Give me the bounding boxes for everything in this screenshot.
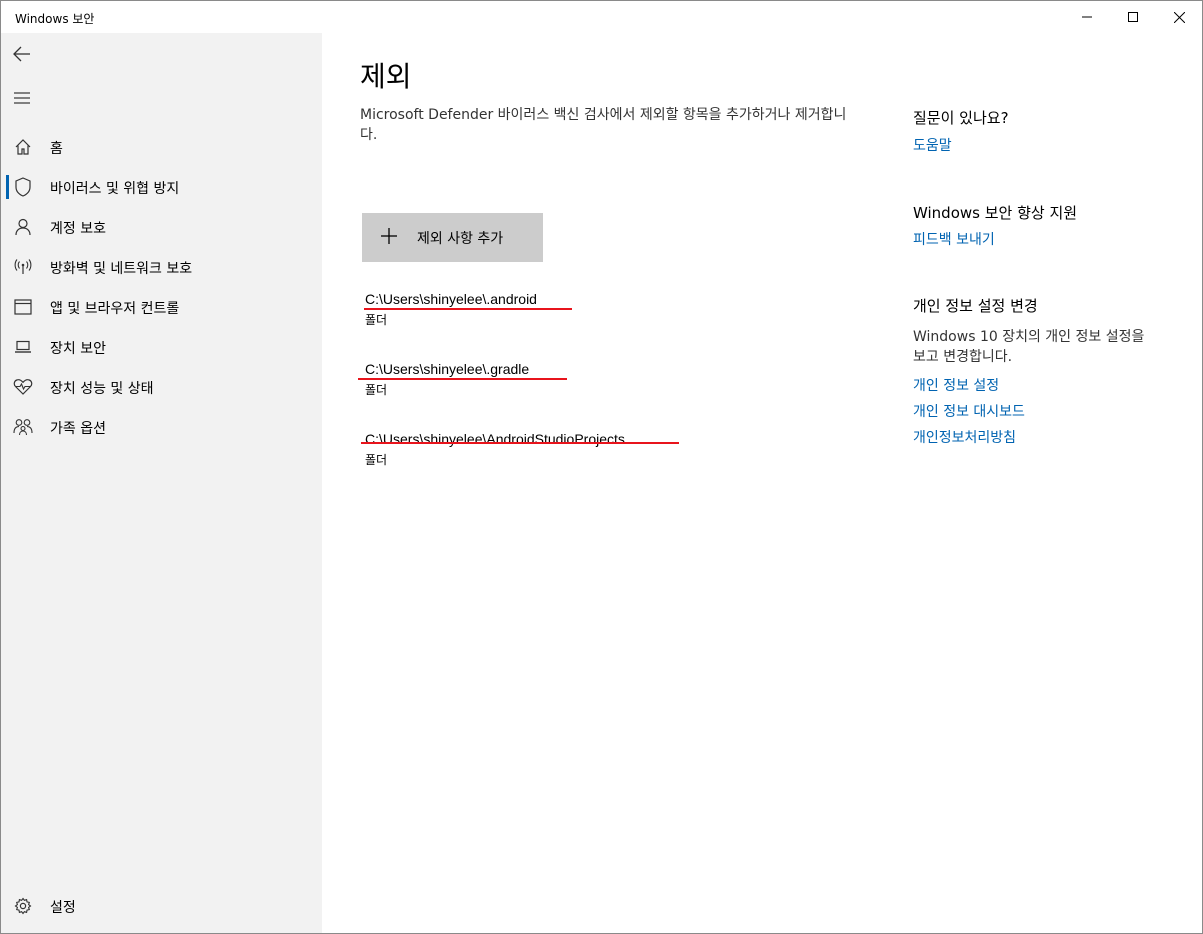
- maximize-button[interactable]: [1110, 1, 1156, 33]
- add-exclusion-label: 제외 사항 추가: [417, 231, 504, 247]
- exclusion-item[interactable]: C:\Users\shinyelee\.android 폴더: [365, 291, 825, 335]
- sidebar-item-firewall[interactable]: 방화벽 및 네트워크 보호: [1, 247, 322, 287]
- sidebar: 홈 바이러스 및 위협 방지 계정 보호 방화벽 및 네트워크 보호 앱 및 브…: [1, 33, 322, 933]
- sidebar-item-label: 바이러스 및 위협 방지: [50, 181, 180, 197]
- exclusion-item[interactable]: C:\Users\shinyelee\.gradle 폴더: [365, 361, 825, 405]
- laptop-icon: [13, 337, 33, 357]
- privacy-heading: 개인 정보 설정 변경: [913, 297, 1038, 315]
- settings-label: 설정: [50, 900, 76, 916]
- sidebar-item-settings[interactable]: 설정: [1, 886, 322, 926]
- sidebar-item-device-security[interactable]: 장치 보안: [1, 327, 322, 367]
- exclusion-type: 폴더: [365, 383, 388, 397]
- feedback-link[interactable]: 피드백 보내기: [913, 229, 995, 249]
- main-content: 제외 Microsoft Defender 바이러스 백신 검사에서 제외할 항…: [322, 33, 882, 933]
- sidebar-item-label: 가족 옵션: [50, 421, 106, 437]
- window-title: Windows 보안: [15, 12, 95, 26]
- exclusion-type: 폴더: [365, 313, 388, 327]
- sidebar-item-device-health[interactable]: 장치 성능 및 상태: [1, 367, 322, 407]
- plus-icon: [381, 228, 397, 244]
- gear-icon: [13, 896, 33, 916]
- hamburger-icon: [14, 92, 30, 104]
- home-icon: [13, 137, 33, 157]
- help-link[interactable]: 도움말: [913, 135, 952, 155]
- exclusion-path: C:\Users\shinyelee\AndroidStudioProjects: [365, 431, 625, 447]
- privacy-dashboard-link[interactable]: 개인 정보 대시보드: [913, 401, 1025, 421]
- sidebar-item-label: 계정 보호: [50, 221, 106, 237]
- annotation-underline: [361, 442, 679, 444]
- network-icon: [13, 257, 33, 277]
- windows-security-window: Windows 보안 홈 바이러스 및 위협 방지 계정 보호 방화벽 및 네트…: [0, 0, 1203, 934]
- sidebar-item-label: 앱 및 브라우저 컨트롤: [50, 301, 180, 317]
- active-indicator: [6, 175, 9, 199]
- back-button[interactable]: [5, 37, 39, 71]
- sidebar-item-virus-protection[interactable]: 바이러스 및 위협 방지: [1, 167, 322, 207]
- annotation-underline: [364, 308, 572, 310]
- back-arrow-icon: [13, 46, 30, 62]
- sidebar-item-label: 방화벽 및 네트워크 보호: [50, 261, 193, 277]
- exclusion-path: C:\Users\shinyelee\.gradle: [365, 361, 530, 377]
- minimize-button[interactable]: [1064, 1, 1110, 33]
- privacy-settings-link[interactable]: 개인 정보 설정: [913, 375, 999, 395]
- close-button[interactable]: [1156, 1, 1202, 33]
- page-description: Microsoft Defender 바이러스 백신 검사에서 제외할 항목을 …: [360, 107, 847, 143]
- annotation-underline: [358, 378, 567, 380]
- sidebar-item-label: 홈: [50, 141, 63, 157]
- sidebar-item-label: 장치 성능 및 상태: [50, 381, 154, 397]
- exclusion-path: C:\Users\shinyelee\.android: [365, 291, 537, 307]
- exclusion-item[interactable]: C:\Users\shinyelee\AndroidStudioProjects…: [365, 431, 825, 475]
- question-heading: 질문이 있나요?: [913, 109, 1009, 127]
- browser-window-icon: [13, 297, 33, 317]
- title-bar: Windows 보안: [1, 1, 1202, 33]
- sidebar-item-app-browser-control[interactable]: 앱 및 브라우저 컨트롤: [1, 287, 322, 327]
- hamburger-menu-button[interactable]: [5, 81, 39, 115]
- improve-heading: Windows 보안 향상 지원: [913, 204, 1078, 222]
- sidebar-item-family-options[interactable]: 가족 옵션: [1, 407, 322, 447]
- shield-icon: [13, 177, 33, 197]
- minimize-icon: [1082, 16, 1092, 18]
- family-icon: [13, 417, 33, 437]
- person-icon: [13, 217, 33, 237]
- close-icon: [1173, 11, 1185, 23]
- right-panel: 질문이 있나요? 도움말 Windows 보안 향상 지원 피드백 보내기 개인…: [913, 33, 1193, 633]
- add-exclusion-button[interactable]: 제외 사항 추가: [362, 213, 543, 262]
- privacy-description: Windows 10 장치의 개인 정보 설정을 보고 변경합니다.: [913, 329, 1145, 365]
- exclusion-type: 폴더: [365, 453, 388, 467]
- maximize-icon: [1128, 12, 1138, 22]
- privacy-statement-link[interactable]: 개인정보처리방침: [913, 427, 1016, 447]
- heart-pulse-icon: [13, 377, 33, 397]
- sidebar-item-home[interactable]: 홈: [1, 127, 322, 167]
- sidebar-item-account-protection[interactable]: 계정 보호: [1, 207, 322, 247]
- sidebar-item-label: 장치 보안: [50, 341, 106, 357]
- page-title: 제외: [360, 60, 412, 93]
